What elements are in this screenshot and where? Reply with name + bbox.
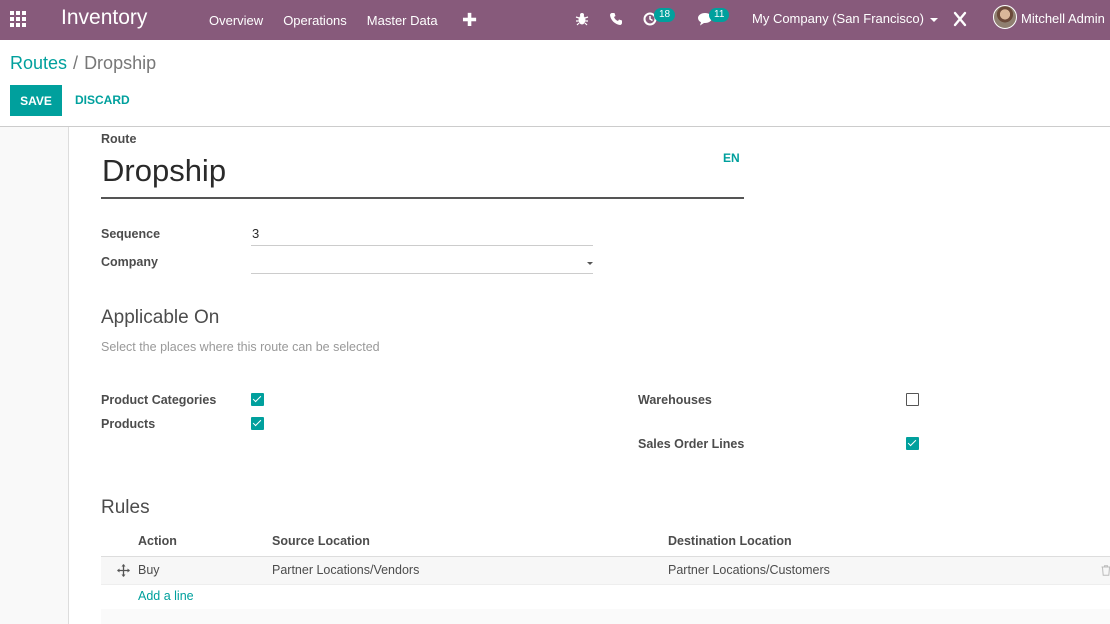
user-avatar[interactable] bbox=[993, 5, 1017, 29]
app-title[interactable]: Inventory bbox=[61, 6, 147, 30]
breadcrumb-routes-link[interactable]: Routes bbox=[10, 53, 67, 73]
applicable-on-help: Select the places where this route can b… bbox=[101, 340, 380, 354]
sales-order-lines-label: Sales Order Lines bbox=[638, 437, 745, 451]
company-label: Company bbox=[101, 255, 158, 269]
company-name: My Company (San Francisco) bbox=[752, 11, 924, 26]
chevron-down-icon bbox=[587, 262, 593, 265]
rule-source-cell: Partner Locations/Vendors bbox=[272, 563, 420, 577]
quick-create-plus-icon[interactable]: ✚ bbox=[462, 10, 477, 30]
rule-destination-cell: Partner Locations/Customers bbox=[668, 563, 830, 577]
menu-item-overview[interactable]: Overview bbox=[209, 13, 263, 28]
discard-button[interactable]: DISCARD bbox=[75, 93, 130, 107]
bug-icon[interactable] bbox=[575, 12, 589, 26]
sequence-label: Sequence bbox=[101, 227, 161, 241]
column-source-location[interactable]: Source Location bbox=[272, 534, 370, 548]
rules-table-header: Action Source Location Destination Locat… bbox=[101, 527, 1110, 557]
tools-icon[interactable] bbox=[953, 11, 967, 27]
top-navbar: Inventory Overview Operations Master Dat… bbox=[0, 0, 1110, 40]
products-label: Products bbox=[101, 417, 156, 431]
chevron-down-icon bbox=[929, 17, 938, 22]
warehouses-checkbox[interactable] bbox=[906, 393, 919, 406]
drag-handle-icon[interactable] bbox=[117, 564, 130, 577]
activity-count-badge: 18 bbox=[654, 8, 676, 22]
rules-table-footer bbox=[101, 609, 1110, 624]
route-label: Route bbox=[101, 132, 137, 146]
table-row[interactable]: Buy Partner Locations/Vendors Partner Lo… bbox=[101, 557, 1110, 585]
menu-item-operations[interactable]: Operations bbox=[283, 13, 347, 28]
sequence-input[interactable]: 3 bbox=[251, 224, 593, 246]
product-categories-label: Product Categories bbox=[101, 393, 217, 407]
rules-title: Rules bbox=[101, 497, 150, 518]
product-categories-checkbox[interactable] bbox=[251, 393, 264, 406]
language-button[interactable]: EN bbox=[723, 151, 740, 165]
add-a-line-link[interactable]: Add a line bbox=[138, 589, 194, 603]
trash-icon[interactable] bbox=[1101, 565, 1110, 576]
control-panel: Routes / Dropship SAVE DISCARD bbox=[0, 40, 1110, 127]
warehouses-label: Warehouses bbox=[638, 393, 712, 407]
apps-menu-icon[interactable] bbox=[10, 11, 28, 29]
user-name[interactable]: Mitchell Admin bbox=[1021, 11, 1105, 26]
column-action[interactable]: Action bbox=[138, 534, 177, 548]
main-menu: Overview Operations Master Data bbox=[209, 0, 458, 40]
sales-order-lines-checkbox[interactable] bbox=[906, 437, 919, 450]
breadcrumb: Routes / Dropship bbox=[10, 53, 156, 74]
breadcrumb-current: Dropship bbox=[84, 53, 157, 73]
rule-action-cell: Buy bbox=[138, 563, 160, 577]
column-destination-location[interactable]: Destination Location bbox=[668, 534, 792, 548]
form-sheet: Route Dropship EN Sequence 3 Company App… bbox=[68, 127, 1110, 624]
products-checkbox[interactable] bbox=[251, 417, 264, 430]
rules-table: Action Source Location Destination Locat… bbox=[101, 527, 1110, 624]
phone-icon[interactable] bbox=[609, 12, 623, 26]
breadcrumb-separator: / bbox=[73, 53, 79, 73]
save-button[interactable]: SAVE bbox=[10, 85, 62, 116]
menu-item-master-data[interactable]: Master Data bbox=[367, 13, 438, 28]
company-select[interactable] bbox=[251, 252, 593, 274]
route-name-input[interactable]: Dropship bbox=[101, 153, 744, 199]
messages-count-badge: 11 bbox=[709, 8, 730, 22]
company-switcher[interactable]: My Company (San Francisco) bbox=[752, 11, 938, 26]
applicable-on-title: Applicable On bbox=[101, 307, 220, 328]
